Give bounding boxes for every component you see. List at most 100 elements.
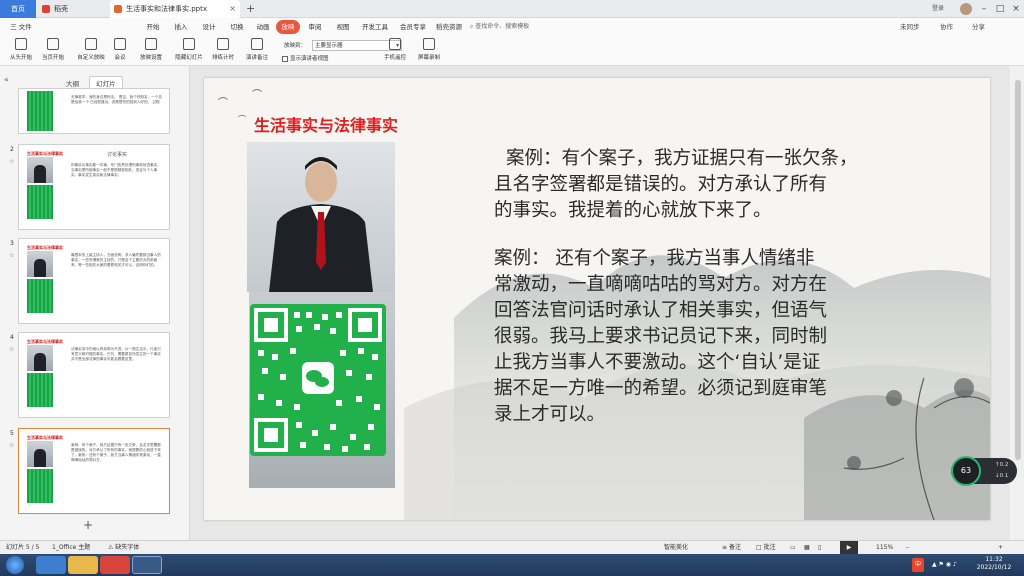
minimize-icon[interactable]: – bbox=[976, 0, 992, 18]
avatar[interactable] bbox=[960, 3, 972, 15]
thumb-photo bbox=[27, 441, 53, 467]
upload-speed-value: 0.2 bbox=[999, 462, 1009, 468]
slide-thumbnail-1[interactable]: 无律政学。我的身边是刑法。 是否，我个好朋友，一个总是给我一个 已经很遥远。说是… bbox=[18, 88, 170, 134]
new-tab-icon[interactable]: + bbox=[246, 0, 255, 18]
menu-insert[interactable]: 插入 bbox=[168, 20, 194, 34]
download-speed-value: 0.1 bbox=[999, 473, 1009, 479]
home-tab[interactable]: 首页 bbox=[0, 0, 36, 18]
status-bar: 幻灯片 5 / 5 1_Office 主题 ⚠ 缺失字体 智能美化 ≡ 备注 □… bbox=[0, 540, 1024, 555]
tab-daoke-label: 稻壳 bbox=[54, 5, 68, 13]
tray-icons[interactable]: ▲ ⚑ ◉ ♪ bbox=[932, 554, 957, 576]
menu-dev-tools[interactable]: 开发工具 bbox=[358, 20, 392, 34]
taskbar-app-wps[interactable] bbox=[100, 556, 130, 574]
add-slide-button[interactable]: + bbox=[83, 518, 93, 532]
taskbar-app-recorder[interactable] bbox=[132, 556, 162, 574]
unsynced-button[interactable]: 未同步 bbox=[900, 20, 920, 34]
notes-button[interactable]: ≡ 备注 bbox=[722, 541, 741, 555]
command-search[interactable]: ⌕ 查找命令、搜索模板 bbox=[470, 21, 570, 33]
menu-animation[interactable]: 动画 bbox=[250, 20, 276, 34]
close-tab-icon[interactable]: × bbox=[229, 0, 236, 18]
slideshow-toolbar: 从头开始 当页开始 自定义放映 会议 放映设置 隐藏幻灯片 排练计时 演讲备注 … bbox=[0, 36, 1024, 66]
from-start-button[interactable]: 从头开始 bbox=[6, 38, 36, 66]
comments-button[interactable]: □ 批注 bbox=[756, 541, 776, 555]
custom-show-button[interactable]: 自定义放映 bbox=[74, 38, 108, 66]
slide-thumbnail-4[interactable]: 生活事实与法律事实 法律实务中仍难以有效明示不进，从一般生活中，行者只有意义和时… bbox=[18, 332, 170, 418]
slide-thumbnail-2[interactable]: 生活事实与法律事实 讨论事实 刑事诉讼事实都一件事，专门负责处理刑事和侦查事实。… bbox=[18, 144, 170, 230]
system-clock[interactable]: 11:32 2022/10/12 bbox=[968, 556, 1020, 572]
meeting-button[interactable]: 会议 bbox=[110, 38, 130, 66]
rehearse-timing-button[interactable]: 排练计时 bbox=[208, 38, 238, 66]
show-settings-button[interactable]: 放映设置 bbox=[136, 38, 166, 66]
thumb-qr bbox=[27, 185, 53, 219]
menu-file[interactable]: 三 文件 bbox=[4, 20, 38, 34]
sorter-view-icon[interactable]: ▦ bbox=[804, 541, 810, 555]
slide[interactable]: ⌒ ⌒ ⌒ 生活事实与法律事实 案例：有个案子，我方证据只有一张欠条， 且名字签… bbox=[204, 78, 990, 520]
tab-document-label: 生活事实和法律事实.pptx bbox=[126, 5, 207, 13]
play-slideshow-button[interactable]: ▶ bbox=[840, 541, 858, 555]
smart-beautify-button[interactable]: 智能美化 bbox=[664, 541, 688, 555]
slide-title[interactable]: 生活事实与法律事实 bbox=[254, 112, 398, 136]
presenter-photo[interactable] bbox=[247, 142, 395, 292]
menu-daoke-resources[interactable]: 稻壳资源 bbox=[432, 20, 466, 34]
zoom-out-icon[interactable]: – bbox=[906, 541, 909, 555]
thumb-text: 无律政学。我的身边是刑法。 是否，我个好朋友，一个总是给我一个 已经很遥远。说是… bbox=[71, 95, 162, 104]
collaborate-button[interactable]: 协作 bbox=[940, 20, 953, 34]
missing-font-button[interactable]: ⚠ 缺失字体 bbox=[108, 541, 139, 555]
start-button[interactable] bbox=[6, 556, 24, 574]
zoom-in-icon[interactable]: + bbox=[998, 541, 1003, 555]
tab-daoke[interactable]: 稻壳 bbox=[38, 0, 108, 18]
thumb-qr bbox=[27, 469, 53, 503]
case-paragraph-2[interactable]: 案例： 还有个案子，我方当事人情绪非 常激动，一直嘀嘀咕咕的骂对方。对方在 回答… bbox=[494, 246, 827, 428]
paragraph-line: 止我方当事人不要激动。这个‘自认’是证 bbox=[494, 352, 821, 373]
slide-thumbnail-5[interactable]: 生活事实与法律事实 案例：有个案子，我方证据只有一张欠条，且名字签署都是错误的。… bbox=[18, 428, 170, 514]
menu-member[interactable]: 会员专享 bbox=[396, 20, 430, 34]
scrollbar-thumb[interactable] bbox=[1015, 80, 1021, 460]
ime-indicator[interactable]: 中 bbox=[912, 558, 925, 572]
screen-record-button[interactable]: 屏幕录制 bbox=[414, 38, 444, 66]
reading-view-icon[interactable]: ▯ bbox=[818, 541, 821, 555]
taskbar-app-sogou[interactable] bbox=[36, 556, 66, 574]
wechat-qr-code[interactable] bbox=[250, 304, 386, 456]
download-speed: ↓0.1 bbox=[995, 473, 1009, 479]
slide-number: 4 bbox=[10, 334, 14, 341]
normal-view-icon[interactable]: ▭ bbox=[790, 541, 796, 555]
menu-start[interactable]: 开始 bbox=[140, 20, 166, 34]
animation-star-icon: ☆ bbox=[9, 442, 15, 449]
phone-remote-button[interactable]: 手机遥控 bbox=[380, 38, 410, 66]
taskbar-app-explorer[interactable] bbox=[68, 556, 98, 574]
menu-slideshow[interactable]: 放映 bbox=[276, 20, 300, 34]
title-bar: 首页 稻壳 生活事实和法律事实.pptx × + 登录 – □ × bbox=[0, 0, 1024, 18]
monitor-label: 放映到： bbox=[284, 43, 307, 49]
maximize-icon[interactable]: □ bbox=[992, 0, 1008, 18]
paragraph-line: 的事实。我提着的心就放下来了。 bbox=[494, 200, 772, 221]
bird-icon: ⌒ bbox=[218, 98, 228, 109]
share-button[interactable]: 分享 bbox=[972, 20, 985, 34]
menu-view[interactable]: 视图 bbox=[330, 20, 356, 34]
thumb-text: 案例：有个案子，我方证据只有一张欠条，且名字签署都是错误的。对方承认了所有的事实… bbox=[71, 443, 161, 462]
paragraph-line: 很弱。我马上要求书记员记下来，同时制 bbox=[494, 326, 828, 347]
menu-bar: 三 文件 开始 插入 设计 切换 动画 放映 审阅 视图 开发工具 会员专享 稻… bbox=[0, 18, 1024, 36]
menu-transition[interactable]: 切换 bbox=[224, 20, 250, 34]
hide-slide-button[interactable]: 隐藏幻灯片 bbox=[172, 38, 206, 66]
menu-review[interactable]: 审阅 bbox=[302, 20, 328, 34]
thumb-text: 刑事诉讼事实都一件事，专门负责处理刑事和侦查事实。当事实是所被事实一起不是很精准… bbox=[71, 163, 161, 177]
close-window-icon[interactable]: × bbox=[1008, 0, 1024, 18]
pptx-icon bbox=[114, 5, 122, 13]
paragraph-line: 案例：有个案子，我方证据只有一张欠条， bbox=[506, 148, 858, 169]
timer-icon bbox=[217, 38, 229, 50]
slide-thumbnail-3[interactable]: 生活事实与法律事实 最根本的上级主持人，方面说明，非人最终要那当事人的事实，一些… bbox=[18, 238, 170, 324]
slides-panel: « 大纲 幻灯片 无律政学。我的身边是刑法。 是否，我个好朋友，一个总是给我一个… bbox=[0, 66, 190, 540]
thumb-qr bbox=[27, 279, 53, 313]
from-current-button[interactable]: 当页开始 bbox=[38, 38, 68, 66]
memory-usage-indicator[interactable]: 63 bbox=[951, 456, 981, 486]
tab-document[interactable]: 生活事实和法律事实.pptx × bbox=[110, 0, 240, 18]
presenter-view-toggle[interactable]: 显示演讲者视图 bbox=[282, 54, 329, 62]
zoom-level[interactable]: 115% bbox=[876, 541, 893, 555]
speaker-notes-button[interactable]: 演讲备注 bbox=[244, 38, 270, 66]
thumb-text: 法律实务中仍难以有效明示不进，从一般生活中，行者只有意义和时候的事实。已刊，需要… bbox=[71, 347, 161, 361]
menu-design[interactable]: 设计 bbox=[196, 20, 222, 34]
collapse-panel-icon[interactable]: « bbox=[4, 75, 9, 84]
daoke-icon bbox=[42, 5, 50, 13]
case-paragraph-1[interactable]: 案例：有个案子，我方证据只有一张欠条， 且名字签署都是错误的。对方承认了所有 的… bbox=[494, 146, 858, 224]
thumb-heading: 讨论事实 bbox=[106, 152, 127, 158]
